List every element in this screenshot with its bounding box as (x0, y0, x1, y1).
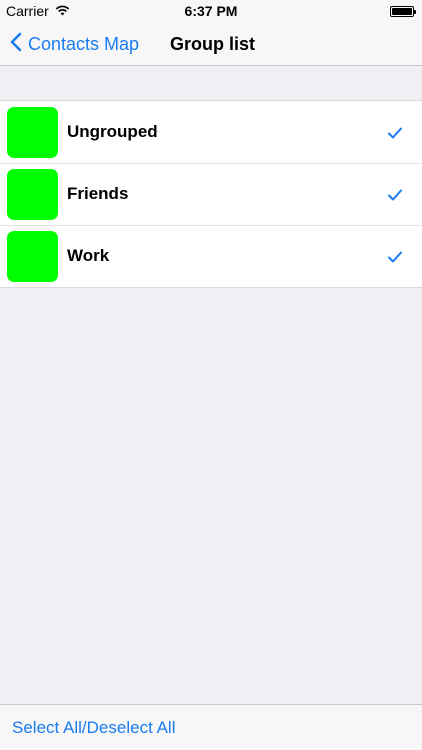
group-color-swatch (7, 106, 58, 158)
list-item-ungrouped[interactable]: Ungrouped (0, 101, 422, 163)
select-all-button[interactable]: Select All/Deselect All (12, 718, 175, 738)
chevron-left-icon (10, 32, 22, 57)
checkmark-icon (388, 126, 402, 139)
group-list: Ungrouped Friends Work (0, 100, 422, 288)
group-label: Friends (67, 184, 129, 203)
list-item-friends[interactable]: Friends (0, 163, 422, 225)
group-color-swatch (7, 168, 58, 220)
group-label: Ungrouped (67, 122, 158, 141)
back-button-label: Contacts Map (28, 33, 140, 54)
page-title: Group list (170, 33, 255, 54)
status-bar: Carrier 6:37 PM (0, 0, 422, 22)
bottom-toolbar: Select All/Deselect All (0, 704, 422, 750)
group-color-swatch (7, 230, 58, 282)
group-label: Work (67, 246, 110, 265)
navigation-bar: Contacts Map Group list (0, 22, 422, 66)
battery-icon (390, 5, 416, 17)
carrier-label: Carrier (6, 3, 49, 19)
checkmark-icon (388, 188, 402, 201)
status-left: Carrier (6, 3, 70, 19)
wifi-icon (55, 3, 70, 19)
checkmark-icon (388, 250, 402, 263)
back-button[interactable]: Contacts Map (10, 22, 139, 66)
list-item-work[interactable]: Work (0, 225, 422, 287)
